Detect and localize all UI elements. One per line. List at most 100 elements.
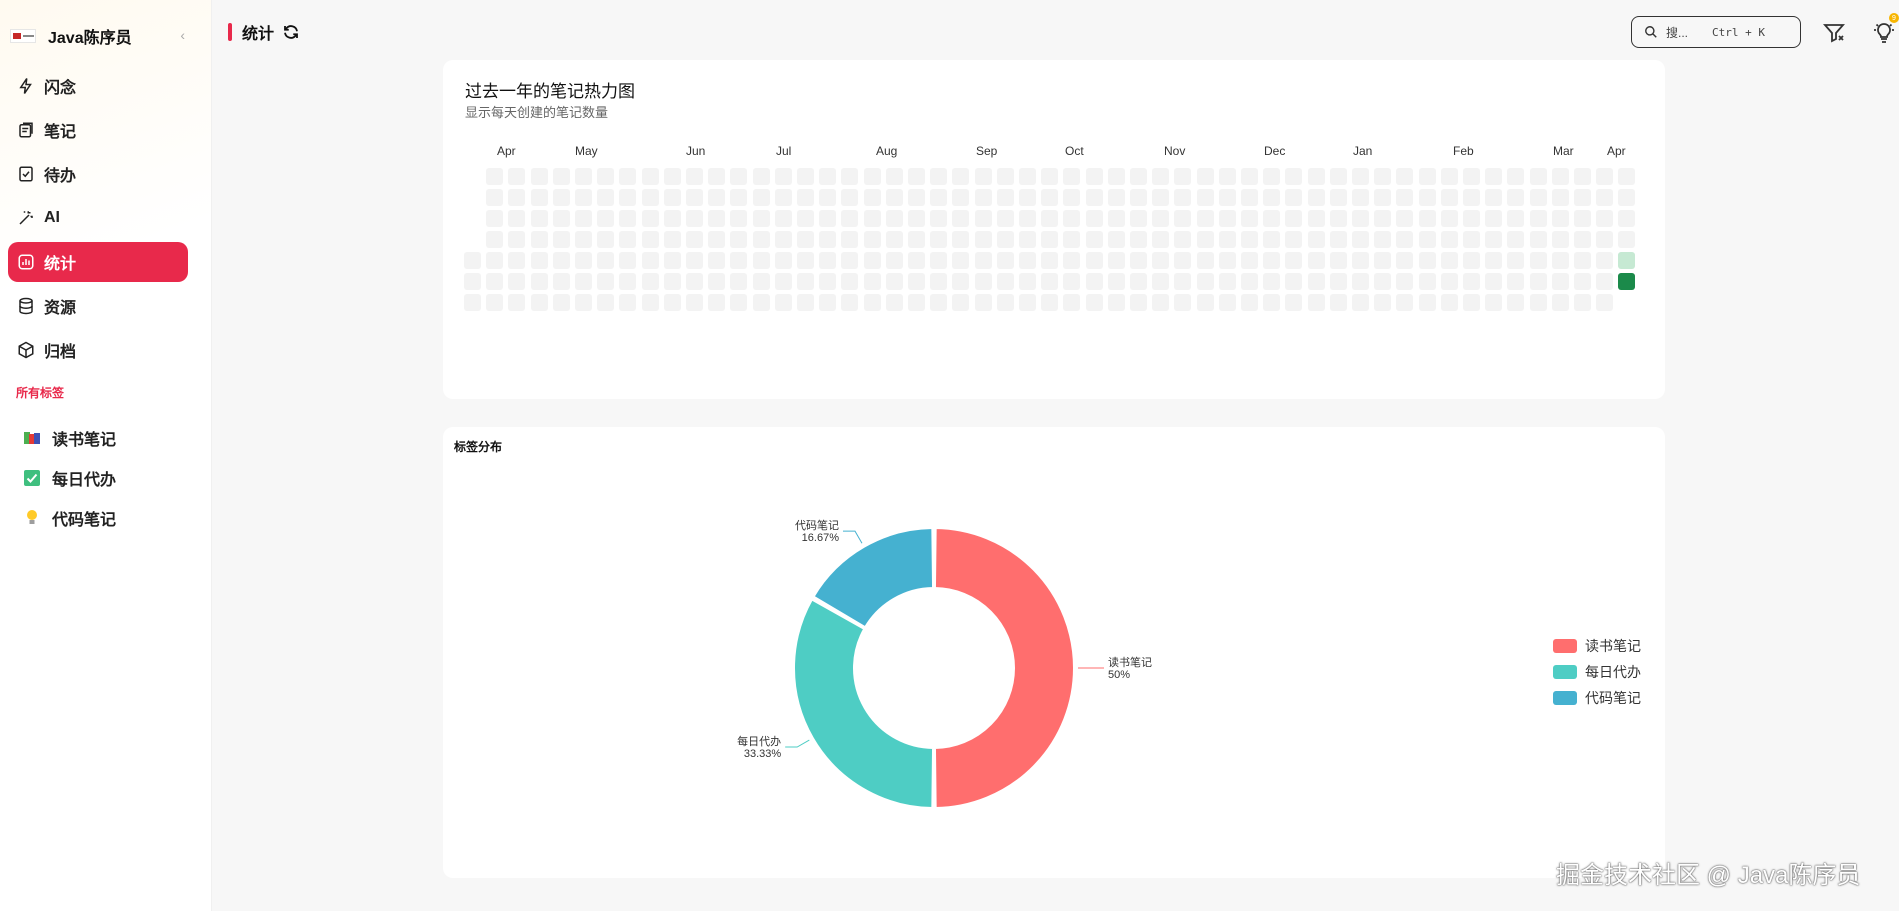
- heatmap-cell[interactable]: [641, 273, 659, 290]
- heatmap-cell[interactable]: [1019, 231, 1036, 248]
- heatmap-cell[interactable]: [663, 231, 681, 248]
- heatmap-cell[interactable]: [1107, 231, 1125, 248]
- heatmap-cell[interactable]: [486, 273, 504, 290]
- heatmap-cell[interactable]: [908, 168, 925, 185]
- heatmap-cell[interactable]: [597, 189, 615, 206]
- heatmap-cell[interactable]: [1263, 294, 1281, 311]
- heatmap-cell[interactable]: [863, 231, 881, 248]
- heatmap-cell[interactable]: [686, 231, 703, 248]
- heatmap-cell[interactable]: [1218, 294, 1236, 311]
- heatmap-cell[interactable]: [1218, 273, 1236, 290]
- legend-item[interactable]: 每日代办: [1553, 659, 1641, 685]
- heatmap-cell[interactable]: [1418, 294, 1436, 311]
- heatmap-cell[interactable]: [1329, 294, 1347, 311]
- heatmap-cell[interactable]: [508, 231, 526, 248]
- heatmap-cell[interactable]: [996, 252, 1014, 269]
- heatmap-cell[interactable]: [1130, 252, 1147, 269]
- heatmap-cell[interactable]: [1063, 273, 1081, 290]
- heatmap-cell[interactable]: [908, 252, 925, 269]
- donut-slice[interactable]: [793, 598, 935, 809]
- heatmap-cell[interactable]: [1485, 252, 1503, 269]
- heatmap-cell[interactable]: [1374, 189, 1392, 206]
- heatmap-cell[interactable]: [530, 294, 548, 311]
- heatmap-cell[interactable]: [1440, 189, 1458, 206]
- heatmap-cell[interactable]: [752, 294, 770, 311]
- heatmap-cell[interactable]: [863, 294, 881, 311]
- heatmap-cell[interactable]: [708, 189, 726, 206]
- heatmap-cell[interactable]: [841, 168, 859, 185]
- heatmap-cell[interactable]: [1263, 189, 1281, 206]
- heatmap-cell[interactable]: [797, 168, 814, 185]
- heatmap-cell[interactable]: [1463, 210, 1480, 227]
- heatmap-cell[interactable]: [1618, 189, 1636, 206]
- heatmap-cell[interactable]: [1618, 273, 1636, 290]
- heatmap-cell[interactable]: [663, 210, 681, 227]
- heatmap-cell[interactable]: [1152, 210, 1170, 227]
- heatmap-cell[interactable]: [486, 168, 504, 185]
- heatmap-cell[interactable]: [974, 231, 992, 248]
- heatmap-cell[interactable]: [841, 252, 859, 269]
- heatmap-cell[interactable]: [730, 294, 748, 311]
- heatmap-cell[interactable]: [597, 168, 615, 185]
- heatmap-cell[interactable]: [708, 231, 726, 248]
- heatmap-cell[interactable]: [1174, 231, 1192, 248]
- heatmap-cell[interactable]: [619, 168, 637, 185]
- heatmap-cell[interactable]: [663, 168, 681, 185]
- heatmap-cell[interactable]: [952, 252, 970, 269]
- heatmap-cell[interactable]: [1596, 294, 1614, 311]
- heatmap-cell[interactable]: [1485, 168, 1503, 185]
- heatmap-cell[interactable]: [686, 294, 703, 311]
- heatmap-cell[interactable]: [863, 189, 881, 206]
- heatmap-cell[interactable]: [1196, 273, 1214, 290]
- heatmap-cell[interactable]: [1596, 273, 1614, 290]
- heatmap-cell[interactable]: [885, 252, 903, 269]
- heatmap-cell[interactable]: [1285, 210, 1303, 227]
- heatmap-cell[interactable]: [1196, 168, 1214, 185]
- heatmap-cell[interactable]: [1418, 231, 1436, 248]
- heatmap-cell[interactable]: [508, 210, 526, 227]
- heatmap-cell[interactable]: [1107, 189, 1125, 206]
- heatmap-cell[interactable]: [841, 189, 859, 206]
- heatmap-cell[interactable]: [663, 273, 681, 290]
- heatmap-cell[interactable]: [530, 273, 548, 290]
- heatmap-cell[interactable]: [641, 189, 659, 206]
- heatmap-cell[interactable]: [1263, 252, 1281, 269]
- heatmap-cell[interactable]: [819, 273, 837, 290]
- heatmap-cell[interactable]: [1440, 231, 1458, 248]
- heatmap-cell[interactable]: [1352, 252, 1369, 269]
- heatmap-cell[interactable]: [819, 210, 837, 227]
- heatmap-cell[interactable]: [996, 273, 1014, 290]
- heatmap-cell[interactable]: [863, 168, 881, 185]
- heatmap-cell[interactable]: [1618, 252, 1636, 269]
- heatmap-cell[interactable]: [730, 273, 748, 290]
- heatmap-cell[interactable]: [1130, 168, 1147, 185]
- heatmap-cell[interactable]: [575, 189, 592, 206]
- heatmap-cell[interactable]: [1063, 294, 1081, 311]
- heatmap-cell[interactable]: [641, 252, 659, 269]
- heatmap-cell[interactable]: [819, 294, 837, 311]
- heatmap-cell[interactable]: [1551, 273, 1569, 290]
- heatmap-cell[interactable]: [1307, 294, 1325, 311]
- heatmap-cell[interactable]: [1241, 273, 1258, 290]
- heatmap-cell[interactable]: [885, 294, 903, 311]
- search-box[interactable]: 搜... Ctrl + K: [1631, 16, 1801, 48]
- heatmap-cell[interactable]: [1574, 168, 1591, 185]
- heatmap-cell[interactable]: [1329, 273, 1347, 290]
- heatmap-cell[interactable]: [1418, 273, 1436, 290]
- heatmap-cell[interactable]: [552, 294, 570, 311]
- heatmap-cell[interactable]: [1041, 189, 1059, 206]
- heatmap-cell[interactable]: [885, 210, 903, 227]
- heatmap-cell[interactable]: [1063, 189, 1081, 206]
- heatmap-cell[interactable]: [597, 210, 615, 227]
- heatmap-cell[interactable]: [1596, 210, 1614, 227]
- heatmap-cell[interactable]: [930, 189, 948, 206]
- heatmap-cell[interactable]: [1085, 273, 1103, 290]
- heatmap-cell[interactable]: [1618, 231, 1636, 248]
- heatmap-cell[interactable]: [1551, 294, 1569, 311]
- heatmap-cell[interactable]: [1130, 294, 1147, 311]
- heatmap-cell[interactable]: [952, 273, 970, 290]
- heatmap-cell[interactable]: [908, 294, 925, 311]
- heatmap-cell[interactable]: [641, 231, 659, 248]
- heatmap-cell[interactable]: [619, 210, 637, 227]
- heatmap-cell[interactable]: [597, 231, 615, 248]
